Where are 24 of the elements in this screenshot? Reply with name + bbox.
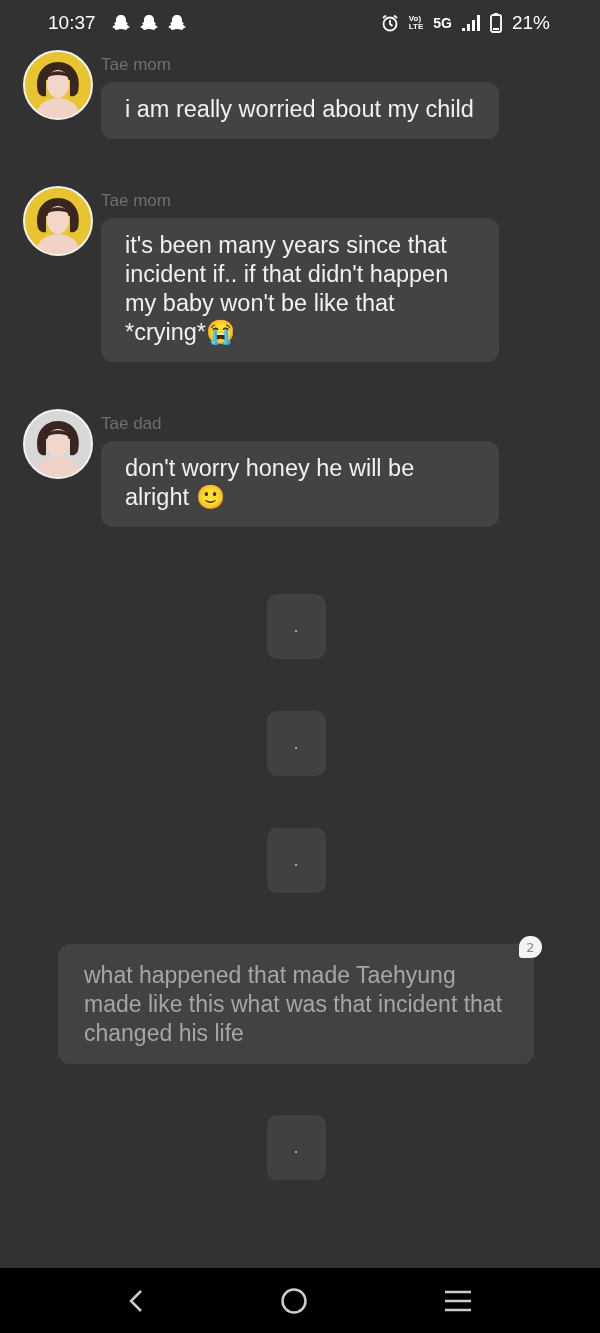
message-bubble: i am really worried about my child [101, 82, 499, 139]
character-name: Tae mom [101, 191, 172, 211]
ghost-icon [139, 13, 158, 32]
menu-icon[interactable] [444, 1289, 472, 1312]
back-icon[interactable] [128, 1288, 144, 1313]
volte-indicator: Vo) LTE [408, 14, 424, 31]
narration-bubble: . [266, 594, 326, 659]
home-icon[interactable] [280, 1286, 308, 1315]
network-type: 5G [433, 14, 452, 31]
narration-bubble: . [266, 828, 326, 893]
narration-bubble: . [266, 711, 326, 776]
message-bubble: it's been many years since that incident if.. if that didn't happen my baby won't be like that *crying*😭 [101, 218, 499, 362]
message-bubble: don't worry honey he will be alright 🙂 [101, 441, 499, 527]
status-time: 10:37 [48, 11, 96, 34]
ghost-icon [167, 13, 186, 32]
battery-icon [489, 12, 502, 33]
narration-bubble: . [266, 1115, 326, 1180]
ghost-icon [111, 13, 130, 32]
signal-icon [461, 14, 480, 31]
battery-percent: 21% [511, 11, 550, 34]
alarm-icon [380, 13, 399, 32]
character-name: Tae dad [101, 414, 163, 434]
character-name: Tae mom [101, 55, 172, 75]
comment-count-badge[interactable]: 2 [519, 936, 542, 958]
